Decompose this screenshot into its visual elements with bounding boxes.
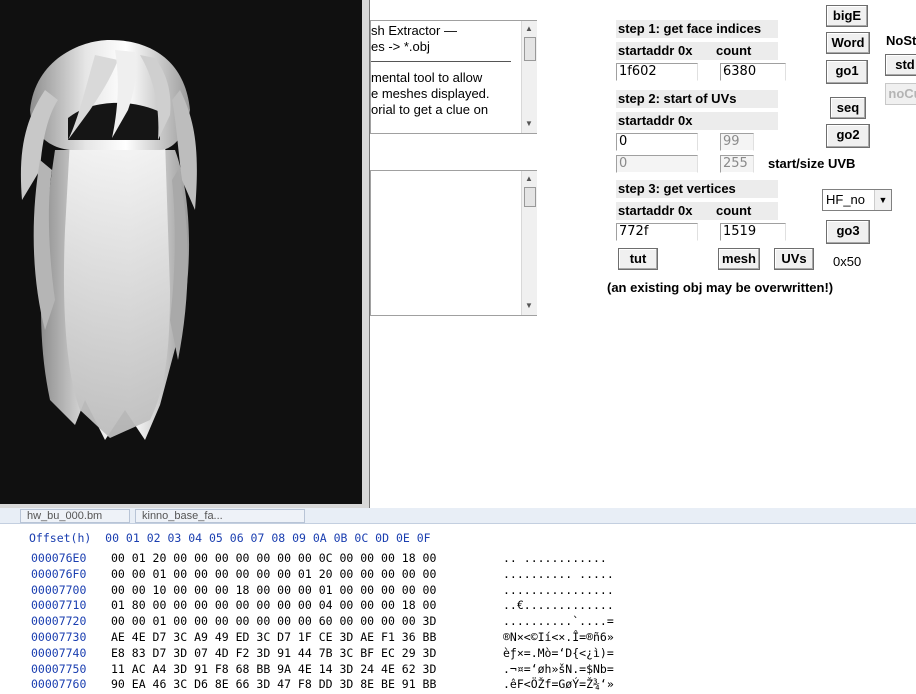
info-line-5: orial to get a clue on [371,102,489,117]
tab-file-2[interactable]: kinno_base_fa... [135,509,305,523]
scroll-thumb[interactable] [524,187,536,207]
hex-row-ascii[interactable]: .......... ..... [503,567,643,583]
step2-startaddr-label: startaddr 0x [616,112,778,130]
hex-row-ascii[interactable]: ................ [503,583,643,599]
uvb-label: start/size UVB [768,156,856,171]
mode-dropdown[interactable]: HF_no ▼ [822,189,892,211]
hex-row-offset: 00007760 [31,677,87,692]
scroll-down-icon[interactable]: ▼ [525,119,533,128]
hex-row-ascii[interactable]: ..€............. [503,598,643,614]
hex-row-bytes[interactable]: 00 00 01 00 00 00 00 00 00 00 60 00 00 0… [111,614,491,630]
go3-button[interactable]: go3 [826,220,870,244]
uvb-size-field: 255 [720,155,754,173]
hex-row-bytes[interactable]: 00 00 10 00 00 00 18 00 00 00 01 00 00 0… [111,583,491,599]
hex-row-bytes[interactable]: E8 83 D7 3D 07 4D F2 3D 91 44 7B 3C BF E… [111,646,491,662]
hex-header: Offset(h) 00 01 02 03 04 05 06 07 08 09 … [29,531,431,545]
hex-row-bytes[interactable]: AE 4E D7 3C A9 49 ED 3C D7 1F CE 3D AE F… [111,630,491,646]
chevron-down-icon[interactable]: ▼ [874,190,891,210]
uvs-button[interactable]: UVs [774,248,814,270]
hex-row-offset: 000076E0 [31,551,87,565]
hex-row-offset: 00007710 [31,598,87,613]
uvb-start-field: 0 [616,155,698,173]
hex-row-ascii[interactable]: .. ............ [503,551,643,567]
step2-title: step 2: start of UVs [616,90,778,108]
hex-row-ascii[interactable]: .¬¤=‘øh»šN.=$Nb= [503,662,643,678]
nocu-button: noCu [885,83,916,105]
hex-bytes-column[interactable]: 00 01 20 00 00 00 00 00 00 00 0C 00 00 0… [111,551,491,693]
hex-row-offset: 000076F0 [31,566,87,581]
step2-startaddr-field[interactable]: 0 [616,133,698,151]
hex-value-label: 0x50 [833,254,862,269]
hex-row-offset: 00007740 [31,645,87,660]
overwrite-warning: (an existing obj may be overwritten!) [607,280,834,295]
hex-offset-column: 000076E0 000076F0 00007700 00007710 0000… [31,551,101,693]
scroll-up-icon[interactable]: ▲ [525,24,533,33]
info-textbox[interactable]: sh Extractor — es -> *.obj mental tool t… [370,20,537,134]
nost-label: NoSt [886,33,916,48]
bige-button[interactable]: bigE [826,5,868,27]
log-scrollbar[interactable]: ▲ ▼ [521,171,537,315]
viewport-window[interactable] [0,0,370,512]
go1-button[interactable]: go1 [826,60,868,84]
info-line-4: e meshes displayed. [371,86,490,101]
step3-startaddr-label: startaddr 0x [616,202,778,220]
viewport-canvas[interactable] [0,0,362,504]
step3-count-field[interactable]: 1519 [720,223,786,241]
hair-mesh-render [20,40,197,440]
step1-title: step 1: get face indices [616,20,778,38]
hex-row-offset: 00007720 [31,614,87,629]
go2-button[interactable]: go2 [826,124,870,148]
step1-count-label: count [716,43,752,58]
info-divider [371,61,511,62]
info-line-2: es -> *.obj [371,39,430,54]
tab-file-1-label: hw_bu_000.bm [27,510,103,522]
hex-row-bytes[interactable]: 90 EA 46 3C D6 8E 66 3D 47 F8 DD 3D 8E B… [111,677,491,693]
hex-row-ascii[interactable]: ..........`....= [503,614,643,630]
step1-startaddr-label: startaddr 0x [616,42,778,60]
std-button[interactable]: std [885,54,916,76]
hex-row-ascii[interactable]: ®N×<©Ií<×.Î=®ñ6» [503,630,643,646]
tab-file-2-label: kinno_base_fa... [142,510,223,522]
mesh-button[interactable]: mesh [718,248,760,270]
info-line-3: mental tool to allow [371,70,483,85]
hex-row-bytes[interactable]: 00 01 20 00 00 00 00 00 00 00 0C 00 00 0… [111,551,491,567]
scroll-down-icon[interactable]: ▼ [525,301,533,310]
step3-title: step 3: get vertices [616,180,778,198]
hex-row-bytes[interactable]: 00 00 01 00 00 00 00 00 00 01 20 00 00 0… [111,567,491,583]
scroll-up-icon[interactable]: ▲ [525,174,533,183]
info-scrollbar[interactable]: ▲ ▼ [521,21,537,133]
hex-row-offset: 00007750 [31,661,87,676]
hex-row-ascii[interactable]: .êF<ÖŽf=GøÝ=Ž¾‘» [503,677,643,693]
step1-startaddr-field[interactable]: 1f602 [616,63,698,81]
hex-row-offset: 00007700 [31,582,87,597]
scroll-thumb[interactable] [524,37,536,61]
hex-row-offset: 00007730 [31,629,87,644]
tab-file-1[interactable]: hw_bu_000.bm [20,509,130,523]
step3-startaddr-field[interactable]: 772f [616,223,698,241]
hex-row-bytes[interactable]: 11 AC A4 3D 91 F8 68 BB 9A 4E 14 3D 24 4… [111,662,491,678]
seq-button[interactable]: seq [830,97,866,119]
hex-row-bytes[interactable]: 01 80 00 00 00 00 00 00 00 00 04 00 00 0… [111,598,491,614]
hex-ascii-column[interactable]: .. ............ .......... ..... .......… [503,551,643,693]
mode-dropdown-value: HF_no [826,192,866,207]
step3-count-label: count [716,203,752,218]
word-button[interactable]: Word [826,32,870,54]
hex-view[interactable]: Offset(h) 00 01 02 03 04 05 06 07 08 09 … [0,525,916,694]
hex-row-ascii[interactable]: èƒ×=.Mò=‘D{<¿ì)= [503,646,643,662]
tut-button[interactable]: tut [618,248,658,270]
step1-count-field[interactable]: 6380 [720,63,786,81]
hex-editor-tabbar: hw_bu_000.bm kinno_base_fa... [0,508,916,524]
info-line-1: sh Extractor — [371,23,457,38]
step2-uv-count-field: 99 [720,133,754,151]
log-textbox[interactable]: ▲ ▼ [370,170,537,316]
